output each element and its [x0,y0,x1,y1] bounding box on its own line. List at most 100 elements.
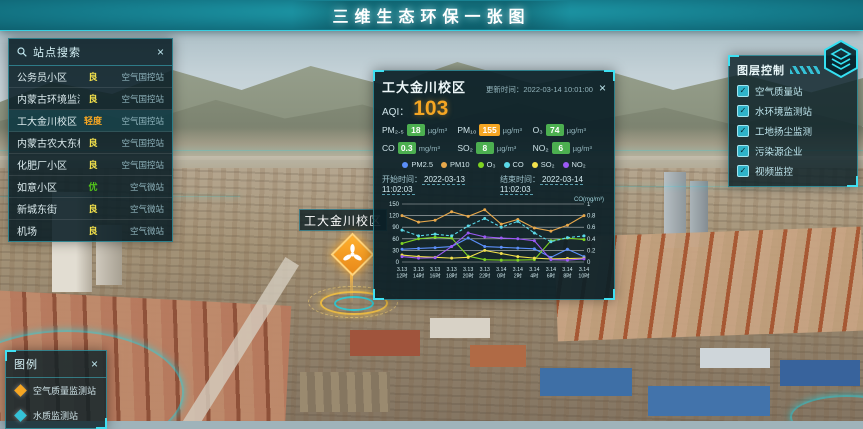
legend-item[interactable]: PM2.5 [402,160,433,169]
pollutant-unit: µg/m³ [497,144,516,153]
station-type: 空气国控站 [106,93,164,105]
svg-text:3.1410时: 3.1410时 [578,267,590,280]
legend-label: NO₂ [572,160,586,169]
station-level: 优 [80,180,106,193]
aqi-label: AQI： [382,103,409,118]
svg-text:3.148时: 3.148时 [562,267,572,280]
pollutant-cell: CO0.3mg/m³ [382,142,455,154]
pollutant-value: 18 [407,124,425,136]
svg-text:0.4: 0.4 [587,237,596,243]
svg-text:3.1318时: 3.1318时 [446,267,458,280]
layer-label: 水环境监测站 [755,104,812,118]
station-level: 良 [80,92,106,105]
legend-marker-icon [14,384,27,397]
station-row[interactable]: 新城东街良空气微站 [9,198,172,220]
svg-text:120: 120 [389,214,400,220]
pollutant-cell: PM₁₀155µg/m³ [457,124,530,136]
corner-bracket [5,350,16,361]
station-list: 公务员小区良空气国控站内蒙古环境监测站良空气国控站工大金川校区轻度空气国控站内蒙… [9,66,172,241]
legend-row-label: 水质监测站 [33,409,78,422]
pollutant-unit: µg/m³ [573,144,592,153]
pollutant-unit: µg/m³ [567,126,586,135]
layer-checkbox[interactable]: ✓ [737,145,749,157]
station-name: 内蒙古环境监测站 [17,91,80,106]
corner-bracket [847,176,858,187]
pollutant-label: NO₂ [533,143,549,153]
layer-checkbox[interactable]: ✓ [737,125,749,137]
station-row[interactable]: 化肥厂小区良空气国控站 [9,154,172,176]
station-name: 化肥厂小区 [17,157,80,172]
update-time: 更新时间：2022-03-14 10:01:00 [472,84,593,95]
legend-panel-title: 图例 [14,356,85,372]
svg-text:90: 90 [392,225,399,231]
station-level: 良 [80,136,106,149]
station-row[interactable]: 机场良空气微站 [9,220,172,241]
layer-item: ✓ 视频监控 [737,164,849,178]
app-header: 三维生态环保一张图 [0,0,863,31]
layer-checkbox[interactable]: ✓ [737,165,749,177]
legend-label: CO [513,160,524,169]
pollutant-unit: mg/m³ [419,144,440,153]
legend-label: PM10 [450,160,470,169]
station-type: 空气微站 [106,181,164,193]
station-row[interactable]: 工大金川校区轻度空气国控站 [9,110,172,132]
layer-label: 工地扬尘监测 [755,124,812,138]
deco-stripes [790,66,820,74]
page-title: 三维生态环保一张图 [332,3,530,27]
svg-text:3.144时: 3.144时 [529,267,539,280]
svg-text:3.146时: 3.146时 [546,267,556,280]
legend-label: SO₂ [541,160,555,169]
legend-item[interactable]: SO₂ [532,160,555,169]
pollutant-trend-chart: CO(mg/m³)030609012015000.20.40.60.813.13… [382,194,606,298]
station-name: 公务员小区 [17,69,80,84]
close-icon[interactable]: × [599,82,606,94]
station-row[interactable]: 内蒙古环境监测站良空气国控站 [9,88,172,110]
svg-text:0: 0 [396,260,400,266]
station-row[interactable]: 内蒙古农大东校区良空气国控站 [9,132,172,154]
station-name: 工大金川校区 [17,113,80,128]
corner-bracket [604,289,615,300]
layer-checkbox[interactable]: ✓ [737,105,749,117]
legend-item[interactable]: PM10 [441,160,470,169]
layers-toggle-button[interactable] [821,39,861,79]
legend-item[interactable]: NO₂ [563,160,586,169]
station-billboard-label: 工大金川校区 [304,212,382,229]
legend-item[interactable]: O₃ [478,160,496,169]
legend-row: 空气质量监测站 [6,378,106,403]
station-name: 机场 [17,223,80,238]
pollutant-label: PM₁₀ [457,125,476,135]
layer-checkbox[interactable]: ✓ [737,85,749,97]
layer-label: 视频监控 [755,164,793,178]
close-icon[interactable]: × [91,358,98,370]
pollutant-value: 8 [476,142,494,154]
station-row[interactable]: 公务员小区良空气国控站 [9,66,172,88]
svg-text:0.6: 0.6 [587,225,596,231]
pollutant-cell: O₃74µg/m³ [533,124,606,136]
warehouse-roof [780,360,860,386]
station-level: 良 [80,224,106,237]
pollutant-cell: NO₂6µg/m³ [533,142,606,154]
legend-item[interactable]: CO [504,160,524,169]
legend-dot [402,162,408,168]
station-level: 轻度 [80,114,106,127]
legend-dot [532,162,538,168]
legend-dot [441,162,447,168]
station-level: 良 [80,158,106,171]
legend-dot [478,162,484,168]
legend-panel: 图例 × 空气质量监测站水质监测站 [5,350,107,429]
close-icon[interactable]: × [157,46,164,58]
svg-text:0.8: 0.8 [587,214,596,220]
station-search-panel: 站点搜索 × 公务员小区良空气国控站内蒙古环境监测站良空气国控站工大金川校区轻度… [8,38,173,242]
svg-text:3.142时: 3.142时 [513,267,523,280]
warehouse-roof [540,368,632,396]
station-row[interactable]: 如意小区优空气微站 [9,176,172,198]
aqi-popup: 工大金川校区 更新时间：2022-03-14 10:01:00 × AQI： 1… [373,70,615,300]
svg-text:0: 0 [587,260,591,266]
station-level: 良 [80,202,106,215]
pollutant-grid: PM₂.₅18µg/m³PM₁₀155µg/m³O₃74µg/m³CO0.3mg… [382,124,606,154]
svg-text:0.2: 0.2 [587,248,596,254]
station-name: 新城东街 [17,201,80,216]
station-type: 空气国控站 [106,71,164,83]
layer-item: ✓污染源企业 [737,144,849,158]
station-type: 空气国控站 [106,115,164,127]
